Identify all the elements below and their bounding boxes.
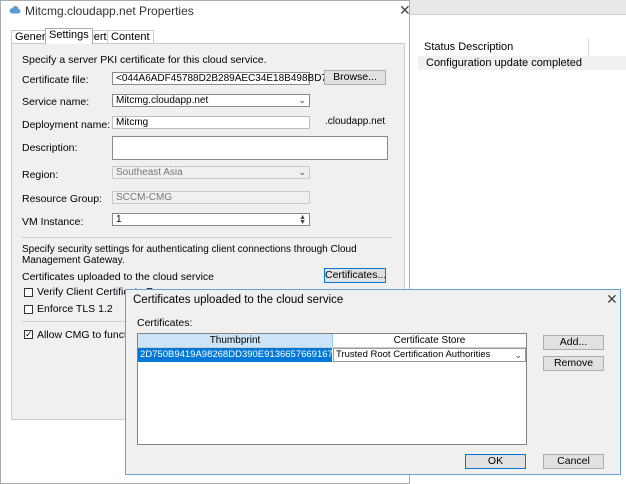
intro-text: Specify a server PKI certificate for thi… [22,54,267,66]
region-label: Region: [22,169,59,181]
dialog-title: Certificates uploaded to the cloud servi… [133,294,344,306]
cancel-button[interactable]: Cancel [543,454,604,469]
resource-group-field: SCCM-CMG [112,191,310,204]
status-row-text: Configuration update completed [426,57,582,69]
service-name-value: Mitcmg.cloudapp.net [116,95,209,106]
verify-crl-checkbox[interactable] [24,288,33,297]
tab-settings[interactable]: Settings [45,28,93,44]
browse-button[interactable]: Browse... [324,70,386,85]
certificates-label: Certificates: [137,317,193,329]
thumbprint-cell[interactable]: 2D750B9419A98268DD390E9136657669167FD8AA [138,348,363,362]
certificates-grid[interactable]: Thumbprint Certificate Store 2D750B9419A… [137,333,527,445]
close-icon[interactable]: ✕ [399,2,411,19]
vm-instance-label: VM Instance: [22,216,84,228]
service-name-label: Service name: [22,96,90,108]
certificate-store-value: Trusted Root Certification Authorities [336,349,491,360]
chevron-down-icon: ⌄ [298,95,306,105]
security-settings-text: Specify security settings for authentica… [22,244,357,266]
enforce-tls-checkbox[interactable] [24,305,33,314]
background-window-toolbar [410,0,626,15]
spinner-arrows-icon[interactable]: ▲ ▼ [299,214,306,226]
service-name-dropdown[interactable]: Mitcmg.cloudapp.net ⌄ [112,94,310,107]
window-title: Mitcmg.cloudapp.net Properties [25,4,194,18]
certificate-file-label: Certificate file: [22,74,89,86]
vm-instance-stepper[interactable]: 1 ▲ ▼ [112,213,310,226]
column-header-certificate-store[interactable]: Certificate Store [333,334,526,348]
status-header-label: Status Description [424,41,514,53]
description-label: Description: [22,142,78,154]
chevron-down-icon: ⌄ [514,350,522,360]
ok-button[interactable]: OK [465,454,526,469]
tab-content[interactable]: Content [107,30,154,44]
close-icon[interactable]: ✕ [606,291,618,308]
cloud-icon [9,5,21,14]
status-row[interactable]: Configuration update completed [418,56,626,70]
remove-button[interactable]: Remove [543,356,604,371]
table-row[interactable]: 2D750B9419A98268DD390E9136657669167FD8AA… [138,348,526,362]
checkmark-icon: ✓ [25,329,33,339]
deployment-suffix: .cloudapp.net [325,116,386,127]
deployment-name-field[interactable]: Mitcmg [112,116,310,129]
region-dropdown: Southeast Asia ⌄ [112,166,310,179]
allow-cmg-checkbox[interactable]: ✓ [24,330,33,339]
chevron-down-icon: ⌄ [298,167,306,177]
certificate-store-dropdown[interactable]: Trusted Root Certification Authorities ⌄ [333,348,526,362]
vm-instance-value: 1 [116,214,122,225]
enforce-tls-label: Enforce TLS 1.2 [37,303,113,315]
deployment-name-label: Deployment name: [22,119,111,131]
status-column-header[interactable]: Status Description [418,38,626,57]
region-value: Southeast Asia [116,167,183,178]
column-header-thumbprint[interactable]: Thumbprint [138,334,333,348]
divider [22,321,132,322]
add-button[interactable]: Add... [543,335,604,350]
divider [22,237,392,238]
certificates-dialog: Certificates uploaded to the cloud servi… [125,289,621,475]
certificates-button[interactable]: Certificates... [324,268,386,283]
resource-group-label: Resource Group: [22,193,102,205]
certificate-file-field[interactable]: <044A6ADF45788D2B289AEC34E18B498BD73EFB1… [112,72,369,85]
description-field[interactable] [112,136,388,160]
column-divider [588,38,589,56]
certificates-uploaded-label: Certificates uploaded to the cloud servi… [22,271,215,283]
